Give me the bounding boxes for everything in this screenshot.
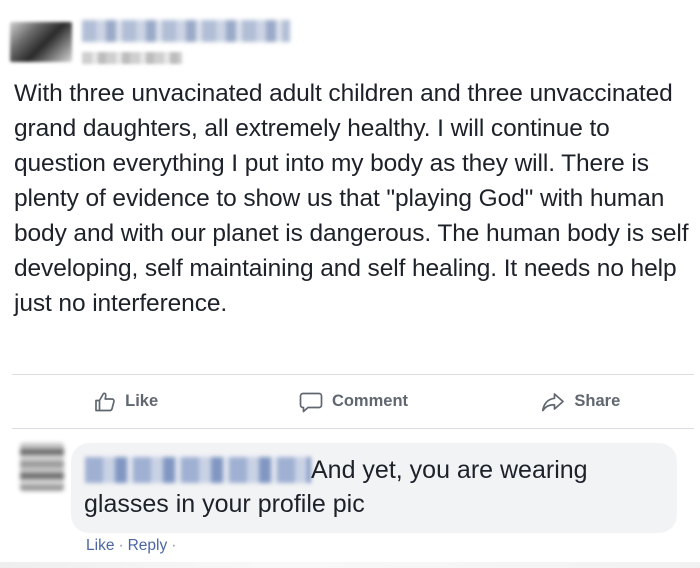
divider [12,428,694,429]
author-name-redacted[interactable] [82,20,290,42]
post-timestamp-redacted[interactable] [82,52,182,64]
share-button[interactable]: Share [467,375,694,428]
bottom-edge [0,562,700,568]
comment-like-link[interactable]: Like [86,537,114,554]
like-button[interactable]: Like [12,375,239,428]
share-arrow-icon [540,390,566,414]
post-action-bar: Like Comment Share [12,375,694,428]
share-label: Share [574,392,621,410]
comment-bubble: And yet, you are wearing glasses in your… [71,443,677,533]
post-text: With three unvacinated adult children an… [14,80,689,317]
comment-label: Comment [331,392,409,410]
speech-bubble-icon [298,390,324,414]
separator-dot: · [118,537,124,554]
like-label: Like [125,392,159,410]
author-avatar[interactable] [10,22,72,62]
comment-text: And yet, you are wearing glasses in your… [84,456,588,518]
commenter-avatar[interactable] [20,443,64,491]
comment-button[interactable]: Comment [239,375,466,428]
comment-actions: Like · Reply · [86,537,180,555]
post-header [10,12,410,64]
thumbs-up-icon [93,390,117,414]
separator-dot: · [171,537,177,554]
comment-reply-link[interactable]: Reply [128,537,168,554]
